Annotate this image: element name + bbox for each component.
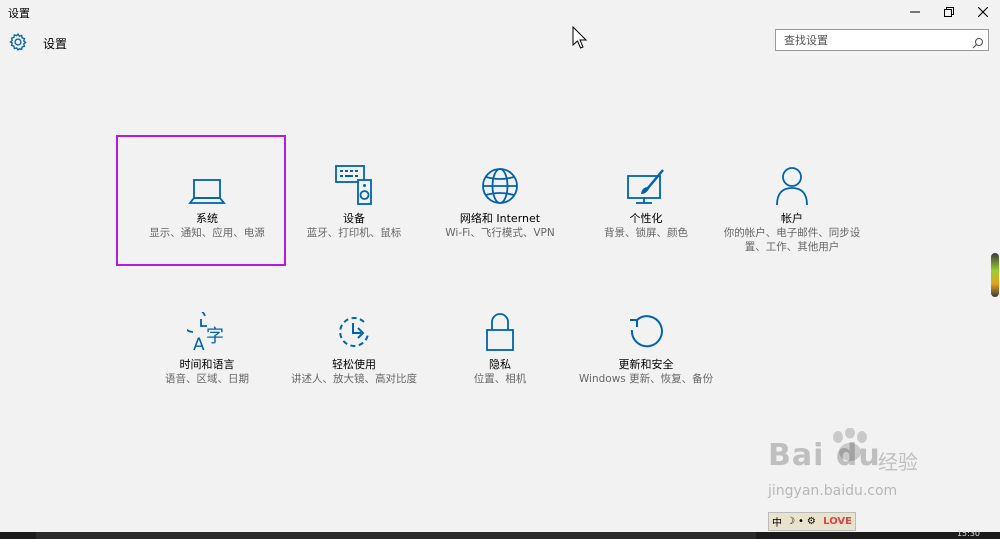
search-input[interactable] (776, 30, 970, 50)
minimize-button[interactable] (898, 0, 932, 24)
gear-icon (8, 32, 28, 56)
restore-icon (944, 7, 954, 17)
category-devices[interactable]: 设备 蓝牙、打印机、鼠标 (279, 162, 429, 241)
mouse-cursor-icon (572, 26, 588, 49)
category-desc: 显示、通知、应用、电源 (149, 227, 265, 239)
category-desc: Wi-Fi、飞行模式、VPN (445, 227, 555, 239)
lock-icon (486, 313, 514, 351)
window-title: 设置 (8, 7, 30, 20)
category-desc: 你的帐户、电子邮件、同步设置、工作、其他用户 (723, 227, 861, 253)
close-icon (978, 7, 988, 17)
category-name: 轻松使用 (332, 358, 376, 371)
category-desc: Windows 更新、恢复、备份 (578, 373, 714, 385)
category-desc: 蓝牙、打印机、鼠标 (306, 227, 402, 239)
keyboard-speaker-icon (335, 165, 372, 205)
ime-mode[interactable]: 中 (772, 514, 782, 529)
category-privacy[interactable]: 隐私 位置、相机 (425, 308, 575, 387)
category-name: 帐户 (781, 212, 803, 225)
category-name: 时间和语言 (179, 358, 235, 371)
category-desc: 讲述人、放大镜、高对比度 (291, 373, 417, 385)
globe-icon (482, 168, 518, 204)
ime-toolbar[interactable]: 中 ☽ • ⚙ LOVE (768, 512, 856, 531)
category-update-security[interactable]: 更新和安全 Windows 更新、恢复、备份 (571, 308, 721, 387)
minimize-icon (910, 11, 920, 13)
category-desc: 背景、锁屏、颜色 (604, 227, 688, 239)
category-desc: 位置、相机 (473, 373, 527, 385)
category-name: 网络和 Internet (459, 212, 541, 225)
taskbar-clock: 15:30 (956, 529, 980, 538)
title-bar: 设置 (0, 0, 1000, 24)
ime-love-badge: LOVE (823, 516, 852, 527)
paint-monitor-icon (627, 169, 664, 204)
search-box[interactable] (775, 29, 989, 51)
category-network[interactable]: 网络和 Internet Wi-Fi、飞行模式、VPN (425, 162, 575, 241)
dot-icon: • (797, 516, 804, 527)
category-name: 系统 (196, 212, 218, 225)
time-language-icon: A 字 (187, 312, 224, 352)
ease-of-access-icon (339, 316, 369, 347)
moon-icon: ☽ (786, 516, 795, 527)
side-indicator (991, 253, 999, 297)
laptop-icon (188, 179, 226, 204)
category-system[interactable]: 系统 显示、通知、应用、电源 (132, 162, 282, 241)
category-time-language[interactable]: A 字 时间和语言 语音、区域、日期 (132, 308, 282, 387)
person-icon (776, 167, 808, 206)
close-button[interactable] (966, 0, 1000, 24)
category-accounts[interactable]: 帐户 你的帐户、电子邮件、同步设置、工作、其他用户 (717, 162, 867, 254)
taskbar-band (36, 532, 756, 539)
category-name: 更新和安全 (618, 358, 674, 371)
restore-button[interactable] (932, 0, 966, 24)
svg-text:A: A (193, 335, 205, 352)
category-personalization[interactable]: 个性化 背景、锁屏、颜色 (571, 162, 721, 241)
page-title: 设置 (43, 37, 68, 51)
category-name: 设备 (343, 212, 365, 225)
watermark-logo: Bai du (768, 438, 881, 473)
update-icon (630, 315, 663, 348)
taskbar: 15:30 (0, 529, 1000, 539)
category-name: 隐私 (489, 358, 511, 371)
category-desc: 语音、区域、日期 (165, 373, 249, 385)
category-ease-of-access[interactable]: 轻松使用 讲述人、放大镜、高对比度 (279, 308, 429, 387)
watermark-cn: 经验 (878, 450, 918, 474)
category-name: 个性化 (629, 212, 663, 225)
watermark-url: jingyan.baidu.com (768, 483, 898, 499)
search-icon[interactable] (972, 34, 984, 53)
settings-icon: ⚙ (806, 516, 816, 527)
svg-text:字: 字 (206, 326, 224, 347)
